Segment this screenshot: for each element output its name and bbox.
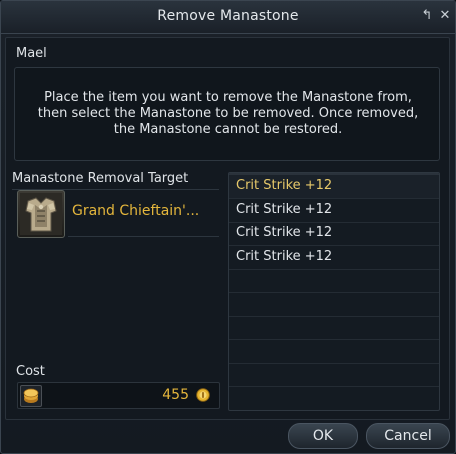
cost-value: 455: [162, 387, 189, 403]
manastone-list-item[interactable]: Crit Strike +12: [229, 222, 439, 246]
cost-label: Cost: [16, 364, 45, 379]
manastone-label: Crit Strike +12: [236, 248, 333, 264]
kinah-coin-icon: [23, 388, 39, 403]
kinah-icon: [196, 388, 210, 402]
coin-slot: [20, 385, 42, 407]
empty-list-row: [229, 316, 439, 340]
cancel-button[interactable]: Cancel: [366, 423, 450, 449]
manastone-label: Crit Strike +12: [236, 225, 333, 240]
description-text: Place the item you want to remove the Ma…: [37, 90, 419, 137]
pin-icon[interactable]: ↰: [419, 8, 435, 24]
empty-list-row: [229, 340, 439, 364]
empty-list-row: [229, 293, 439, 317]
manastone-list-item[interactable]: Crit Strike +12: [229, 175, 439, 199]
ok-button[interactable]: OK: [288, 423, 358, 449]
item-name: Grand Chieftain'...: [72, 203, 200, 219]
item-slot[interactable]: [17, 190, 65, 238]
chieftain-armor-icon: [20, 193, 62, 235]
manastone-list-item[interactable]: Crit Strike +12: [229, 246, 439, 270]
close-icon[interactable]: ✕: [437, 8, 453, 24]
window-title: Remove Manastone: [157, 8, 299, 24]
manastone-label: Crit Strike +12: [236, 178, 333, 193]
manastone-list-item[interactable]: Crit Strike +12: [229, 199, 439, 223]
empty-list-row: [229, 363, 439, 387]
cost-box: 455: [17, 382, 220, 409]
manastone-list: Crit Strike +12 Crit Strike +12 Crit Strik…: [228, 172, 440, 411]
description-box: Place the item you want to remove the Ma…: [14, 67, 440, 161]
title-bar[interactable]: Remove Manastone ↰ ✕: [1, 1, 455, 34]
divider: [68, 236, 219, 237]
empty-list-row: [229, 269, 439, 293]
manastone-label: Crit Strike +12: [236, 201, 333, 217]
npc-name: Mael: [16, 46, 47, 61]
removal-target-label: Manastone Removal Target: [12, 171, 189, 186]
